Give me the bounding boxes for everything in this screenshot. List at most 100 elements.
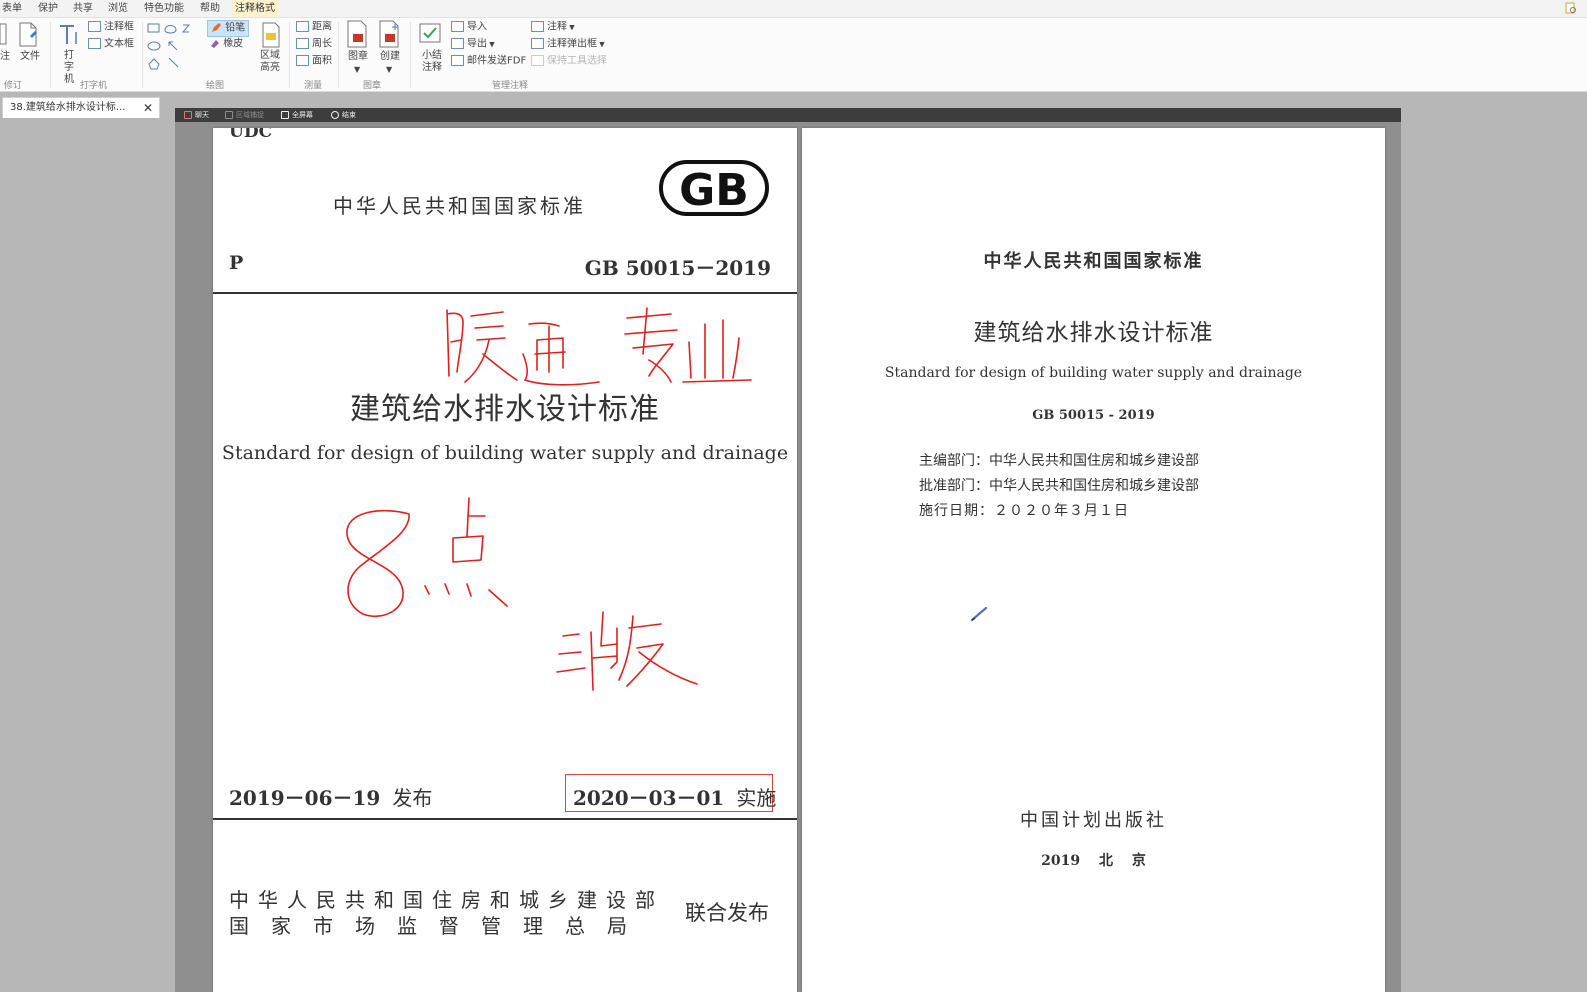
perimeter-label: 周长 — [312, 38, 332, 50]
ribbon-separator — [50, 22, 51, 88]
cover-page: UDC 中华人民共和国国家标准 GB P GB 50015－2019 建筑给水排… — [213, 128, 797, 992]
title-page-standard-number: GB 50015 - 2019 — [1032, 408, 1155, 423]
stamp-button[interactable] — [345, 20, 371, 48]
file-icon — [19, 22, 37, 47]
distance-label: 距离 — [312, 21, 332, 33]
divider-bottom — [213, 818, 797, 820]
power-icon — [331, 111, 339, 119]
region-capture-label: 区域捕捉 — [236, 111, 264, 119]
group-label-manage: 管理注释 — [492, 81, 529, 91]
editor-department: 主编部门：中华人民共和国住房和城乡建设部 — [919, 453, 1199, 469]
note-box-label: 注释框 — [104, 21, 134, 33]
ribbon-toolbar: 注 文件 修订 打字机 注释框 文本框 打字机 铅笔 橡皮 区域高亮 绘图 距离… — [0, 18, 1587, 92]
text-cursor-icon — [60, 25, 77, 44]
title-page-title-cn: 建筑给水排水设计标准 — [973, 320, 1214, 346]
publish-year-place: 2019 北 京 — [1041, 853, 1146, 869]
stamp-label: 图章 — [348, 51, 368, 62]
group-label-typewriter: 打字机 — [80, 81, 108, 91]
menu-item-annotation-format[interactable]: 注释格式 — [232, 0, 278, 17]
menu-item-help[interactable]: 帮助 — [200, 0, 220, 17]
viewer-toolbar: 聊天 区域捕捉 全屏幕 结束 — [175, 108, 1401, 122]
menu-item-view[interactable]: 浏览 — [108, 0, 128, 17]
effective-label: 实施 — [736, 786, 777, 810]
menu-item-share[interactable]: 共享 — [73, 0, 93, 17]
create-stamp-button[interactable] — [377, 20, 403, 48]
annotation-popup-label: 注释弹出框 — [547, 38, 597, 50]
effective-date: 2020－03－01 实施 — [573, 782, 776, 811]
stamp-dropdown-icon[interactable]: ▼ — [354, 64, 360, 76]
group-label-stamp: 图章 — [363, 81, 382, 91]
drawing-shapes-icons[interactable] — [147, 22, 195, 72]
distance-tool-button[interactable]: 距离 — [296, 21, 332, 34]
menu-item-form[interactable]: 表单 — [2, 0, 22, 17]
summary-annotation-label: 小结注释 — [422, 50, 442, 73]
publish-date-value: 2019－06－19 — [229, 786, 381, 810]
area-label: 面积 — [312, 55, 332, 67]
effective-date-line: 施行日期：２０２０年３月１日 — [919, 503, 1129, 519]
eraser-label: 橡皮 — [223, 38, 244, 50]
revision-label: 注 — [0, 51, 10, 62]
annotate-label: 注释 — [547, 21, 567, 33]
fullscreen-icon — [281, 111, 289, 119]
note-box-button[interactable]: 注释框 — [88, 21, 134, 34]
annotate-dropdown[interactable]: 注释 ▼ — [531, 21, 575, 34]
chat-label: 聊天 — [195, 111, 209, 119]
file-attach-button[interactable] — [16, 22, 40, 48]
text-box-button[interactable]: 文本框 — [88, 38, 134, 51]
issuer-administration: 国家市场监督管理总局 — [229, 914, 649, 938]
perimeter-icon — [296, 38, 309, 49]
email-fdf-label: 邮件发送FDF — [467, 55, 527, 67]
checkbox-icon — [531, 55, 544, 66]
effective-date-value: 2020－03－01 — [573, 786, 725, 810]
ribbon-separator — [142, 22, 143, 88]
popup-icon — [531, 38, 544, 49]
chat-icon — [184, 111, 192, 119]
typewriter-label: 打字机 — [64, 50, 74, 85]
cover-title-en: Standard for design of building water su… — [221, 442, 789, 464]
email-icon — [451, 55, 464, 66]
menu-item-features[interactable]: 特色功能 — [144, 0, 184, 17]
divider-top — [213, 292, 797, 294]
document-tab[interactable]: 38.建筑给水排水设计标... ✕ — [2, 97, 160, 118]
text-box-label: 文本框 — [104, 38, 134, 50]
perimeter-tool-button[interactable]: 周长 — [296, 38, 332, 51]
publish-date: 2019－06－19 发布 — [229, 782, 432, 811]
menu-item-protect[interactable]: 保护 — [38, 0, 58, 17]
text-box-icon — [88, 38, 101, 49]
area-highlight-button[interactable] — [260, 22, 282, 48]
standard-number: GB 50015－2019 — [584, 256, 771, 280]
summary-annotation-button[interactable] — [418, 22, 444, 46]
region-icon — [225, 111, 233, 119]
chat-button[interactable]: 聊天 — [184, 108, 209, 122]
pencil-tool-button[interactable]: 铅笔 — [207, 20, 250, 37]
end-button[interactable]: 结束 — [331, 108, 356, 122]
eraser-tool-button[interactable]: 橡皮 — [209, 38, 243, 51]
keep-tool-checkbox[interactable]: 保持工具选择 — [531, 55, 607, 68]
region-capture-button[interactable]: 区域捕捉 — [225, 108, 264, 122]
revision-icon[interactable] — [0, 22, 8, 46]
email-fdf-button[interactable]: 邮件发送FDF — [451, 55, 526, 68]
end-label: 结束 — [342, 111, 356, 119]
search-doc-icon[interactable] — [1565, 2, 1577, 14]
cover-title-cn: 建筑给水排水设计标准 — [350, 392, 660, 427]
typewriter-button[interactable] — [57, 22, 81, 48]
title-page-title-en: Standard for design of building water su… — [884, 365, 1303, 381]
note-box-icon — [88, 21, 101, 32]
group-label-revision: 修订 — [4, 81, 23, 91]
fullscreen-label: 全屏幕 — [292, 111, 313, 119]
pencil-label: 铅笔 — [225, 22, 246, 34]
pencil-cursor-icon — [970, 606, 988, 622]
fullscreen-button[interactable]: 全屏幕 — [281, 108, 313, 122]
file-label: 文件 — [20, 51, 40, 62]
annotation-popup-dropdown[interactable]: 注释弹出框 ▼ — [531, 38, 605, 51]
gb-logo: GB — [659, 158, 771, 218]
eraser-icon — [211, 40, 219, 48]
export-button[interactable]: 导出 ▼ — [451, 38, 495, 51]
approval-department: 批准部门：中华人民共和国住房和城乡建设部 — [919, 478, 1199, 494]
area-highlight-label: 区域高亮 — [260, 50, 280, 73]
close-icon[interactable]: ✕ — [143, 98, 153, 118]
create-dropdown-icon[interactable]: ▼ — [386, 64, 392, 76]
area-tool-button[interactable]: 面积 — [296, 55, 332, 68]
ribbon-separator — [289, 22, 290, 88]
import-button[interactable]: 导入 — [451, 21, 487, 34]
